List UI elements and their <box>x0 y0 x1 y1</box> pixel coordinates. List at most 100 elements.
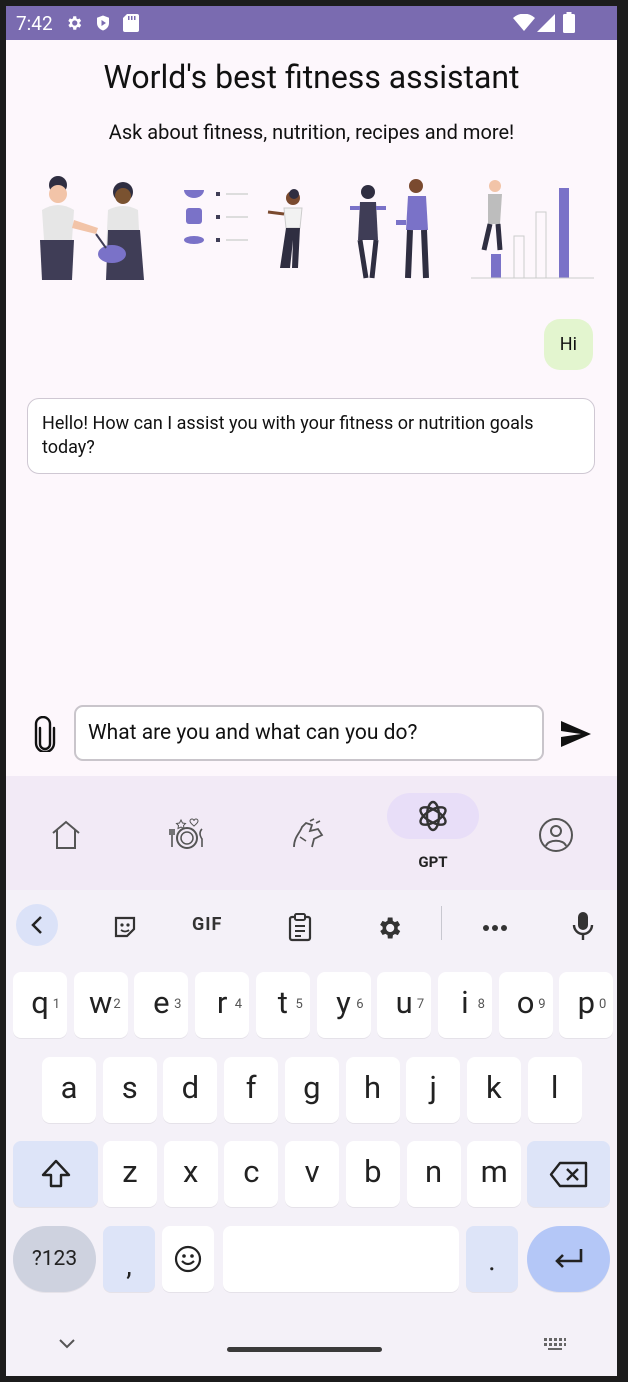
send-icon[interactable] <box>559 719 593 749</box>
status-time: 7:42 <box>16 12 53 35</box>
emoji-icon <box>174 1245 202 1273</box>
key-o[interactable]: o9 <box>498 972 553 1038</box>
more-options-icon[interactable] <box>482 924 508 932</box>
key-j[interactable]: j <box>406 1057 461 1123</box>
workout-icon <box>293 818 324 848</box>
dumbbell-workout-illustration <box>350 179 429 279</box>
clipboard-icon[interactable] <box>288 912 312 942</box>
cooking-people-illustration <box>40 176 144 280</box>
key-l[interactable]: l <box>527 1057 582 1123</box>
key-s[interactable]: s <box>102 1057 157 1123</box>
key-n[interactable]: n <box>406 1141 461 1207</box>
gesture-home-bar[interactable] <box>227 1347 382 1352</box>
sd-card-icon <box>123 14 139 32</box>
period-key[interactable]: . <box>466 1226 518 1292</box>
cellular-signal-icon <box>537 14 555 32</box>
emoji-key[interactable] <box>162 1226 214 1292</box>
key-u[interactable]: u7 <box>377 972 432 1038</box>
key-hint: 0 <box>598 997 607 1012</box>
key-hint: 2 <box>113 997 121 1012</box>
key-hint: 5 <box>295 997 303 1012</box>
key-e[interactable]: e3 <box>134 972 189 1038</box>
key-w[interactable]: w2 <box>73 972 128 1038</box>
page-subtitle: Ask about fitness, nutrition, recipes an… <box>108 120 515 144</box>
key-h[interactable]: h <box>345 1057 400 1123</box>
key-label: p <box>577 984 595 1021</box>
key-hint: 1 <box>52 997 60 1012</box>
key-label: t <box>277 984 288 1021</box>
nav-item-home[interactable] <box>22 776 112 890</box>
key-f[interactable]: f <box>224 1057 279 1123</box>
nav-item-workouts[interactable] <box>262 776 352 890</box>
key-hint: 4 <box>234 997 243 1012</box>
key-m[interactable]: m <box>467 1141 522 1207</box>
key-c[interactable]: c <box>224 1141 279 1207</box>
play-protect-icon <box>97 15 109 31</box>
key-hint: 8 <box>477 997 485 1012</box>
key-hint: 9 <box>538 997 546 1012</box>
presenter-illustration <box>267 189 303 268</box>
paperclip-icon[interactable] <box>32 716 58 752</box>
key-label: w <box>89 984 113 1021</box>
on-screen-keyboard: GIF q1w2e3r4t5y6u7i8o9p0 asdfghjkl zxcvb… <box>6 890 617 1376</box>
key-t[interactable]: t5 <box>255 972 310 1038</box>
enter-icon <box>555 1249 583 1268</box>
key-label: u <box>395 984 413 1021</box>
fitness-hero-illustration <box>40 176 594 280</box>
chevron-left-icon <box>31 916 42 934</box>
key-v[interactable]: v <box>285 1141 340 1207</box>
key-i[interactable]: i8 <box>437 972 492 1038</box>
bottom-navigation: GPT <box>6 776 617 890</box>
openai-icon <box>419 800 447 832</box>
key-r[interactable]: r4 <box>195 972 250 1038</box>
key-a[interactable]: a <box>42 1057 96 1123</box>
keyboard-settings-icon[interactable] <box>375 914 403 942</box>
key-g[interactable]: g <box>284 1057 339 1123</box>
key-x[interactable]: x <box>163 1141 218 1207</box>
key-hint: 6 <box>356 997 364 1012</box>
key-hint: 7 <box>416 997 425 1012</box>
backspace-icon <box>549 1161 588 1188</box>
backspace-key[interactable] <box>527 1141 610 1207</box>
progress-bars-illustration <box>471 180 594 279</box>
nav-label-gpt: GPT <box>418 853 448 871</box>
status-bar: 7:42 <box>6 6 617 40</box>
nav-item-gpt[interactable]: GPT <box>387 776 479 890</box>
meal-icon <box>169 818 203 849</box>
key-label: q <box>31 984 49 1021</box>
nav-item-profile[interactable] <box>511 776 601 890</box>
assistant-message-bubble: Hello! How can I assist you with your fi… <box>27 398 595 474</box>
symbols-key[interactable]: ?123 <box>13 1226 96 1292</box>
space-key[interactable] <box>223 1226 459 1292</box>
key-p[interactable]: p0 <box>559 972 614 1038</box>
page-title: World's best fitness assistant <box>103 58 520 96</box>
toolbar-divider <box>441 906 442 940</box>
key-y[interactable]: y6 <box>316 972 371 1038</box>
shift-key[interactable] <box>13 1141 98 1207</box>
gif-button[interactable]: GIF <box>192 914 222 935</box>
battery-icon <box>563 12 575 33</box>
keyboard-switcher-icon[interactable] <box>543 1337 567 1351</box>
key-hint: 3 <box>174 997 182 1012</box>
home-icon <box>52 820 80 849</box>
key-b[interactable]: b <box>345 1141 400 1207</box>
key-label: o <box>516 984 535 1021</box>
key-q[interactable]: q1 <box>13 972 67 1038</box>
nav-item-meals[interactable] <box>142 776 232 890</box>
app-screen: 7:42 World's best fitness assistant Ask … <box>6 6 617 1376</box>
key-label: y <box>336 984 351 1021</box>
microphone-icon[interactable] <box>572 910 594 942</box>
hide-keyboard-icon[interactable] <box>58 1338 76 1350</box>
comma-key[interactable]: , <box>103 1226 155 1292</box>
key-d[interactable]: d <box>163 1057 218 1123</box>
sticker-icon[interactable] <box>112 914 138 940</box>
keyboard-collapse-button[interactable] <box>16 904 58 946</box>
settings-status-icon <box>68 16 82 30</box>
key-z[interactable]: z <box>103 1141 157 1207</box>
key-label: e <box>153 984 170 1021</box>
key-k[interactable]: k <box>466 1057 521 1123</box>
message-input[interactable] <box>74 705 544 761</box>
enter-key[interactable] <box>527 1226 610 1292</box>
wifi-icon <box>513 14 535 31</box>
key-label: i <box>461 984 469 1021</box>
